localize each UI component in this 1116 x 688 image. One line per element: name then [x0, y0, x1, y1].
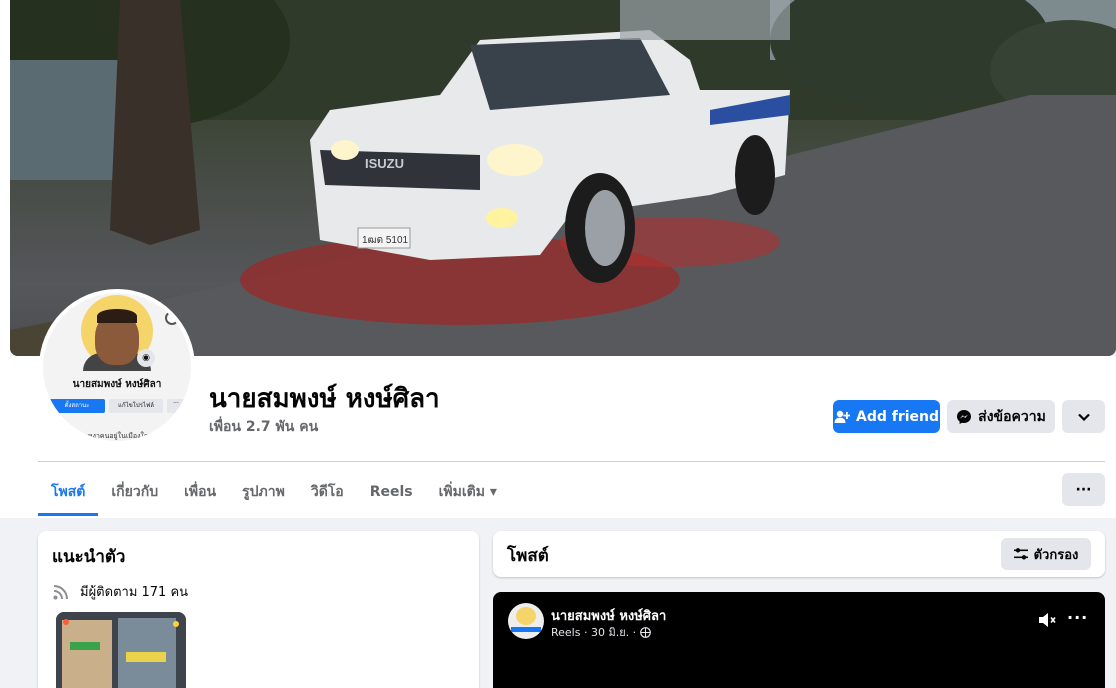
chevron-down-icon: [1077, 413, 1090, 421]
header-divider: [38, 461, 1105, 462]
friend-count[interactable]: เพื่อน 2.7 พัน คน: [209, 416, 318, 438]
reel-author-avatar[interactable]: [508, 603, 544, 639]
tab-posts[interactable]: โพสต์: [38, 468, 99, 516]
messenger-icon: [957, 409, 972, 424]
posts-header-card: โพสต์ ตัวกรอง: [493, 531, 1105, 577]
avatar-mini-primary-button: ตั้งสถานะ: [49, 399, 105, 413]
rss-icon: [53, 584, 68, 599]
featured-photo[interactable]: [56, 612, 186, 688]
avatar-mini-more-button: ···: [167, 399, 185, 413]
tab-reels[interactable]: Reels: [357, 468, 426, 516]
tab-about[interactable]: เกี่ยวกับ: [98, 468, 171, 516]
intro-card: แนะนำตัว มีผู้ติดตาม 171 คน: [38, 531, 479, 688]
filter-button[interactable]: ตัวกรอง: [1001, 538, 1091, 570]
add-friend-label: Add friend: [855, 408, 940, 425]
tab-friends[interactable]: เพื่อน: [171, 468, 229, 516]
left-edge-strip: [0, 0, 10, 518]
reel-post[interactable]: นายสมพงษ์ หงษ์ศิลา Reels · 30 มิ.ย. · ··…: [493, 592, 1105, 688]
reel-meta: Reels · 30 มิ.ย. ·: [551, 623, 652, 641]
cover-plate: 1ฒด 5101: [362, 235, 409, 246]
camera-icon[interactable]: ◉: [137, 349, 155, 367]
cover-photo[interactable]: ISUZU 1ฒด 5101: [10, 0, 1116, 356]
reel-more-button[interactable]: ···: [1067, 608, 1088, 627]
reel-avatar-band: [511, 627, 541, 632]
filter-label: ตัวกรอง: [1033, 547, 1079, 563]
cover-photo-image: ISUZU 1ฒด 5101: [10, 0, 1116, 356]
tab-photos[interactable]: รูปภาพ: [229, 468, 298, 516]
tab-more[interactable]: เพิ่มเติม ▾: [426, 468, 510, 516]
intro-title: แนะนำตัว: [52, 547, 126, 567]
reel-meta-text[interactable]: Reels · 30 มิ.ย. ·: [551, 623, 636, 641]
profile-more-button[interactable]: [1062, 400, 1105, 433]
followers-row: มีผู้ติดตาม 171 คน: [52, 581, 188, 602]
reel-avatar-face: [516, 607, 536, 625]
filter-sliders-icon: [1013, 548, 1028, 560]
avatar-mini-bio: เหงาคนอยู่ในเมืองใด: [85, 432, 149, 440]
followers-text[interactable]: มีผู้ติดตาม 171 คน: [80, 581, 188, 602]
profile-name: นายสมพงษ์ หงษ์ศิลา: [209, 384, 440, 414]
profile-tabs: โพสต์ เกี่ยวกับ เพื่อน รูปภาพ วิดีโอ Ree…: [38, 468, 510, 516]
posts-title: โพสต์: [507, 546, 549, 566]
avatar-mini-name: นายสมพงษ์ หงษ์ศิลา: [72, 379, 162, 390]
add-friend-icon: [834, 410, 850, 423]
message-button[interactable]: ส่งข้อความ: [947, 400, 1055, 433]
avatar-badge-icon: [165, 311, 179, 325]
tabs-overflow-button[interactable]: ···: [1062, 473, 1105, 506]
avatar-mini-secondary-button: แก้ไขโปรไฟล์: [109, 399, 163, 413]
avatar-photo-hair: [97, 309, 137, 323]
globe-icon: [640, 626, 652, 638]
profile-avatar[interactable]: ◉ นายสมพงษ์ หงษ์ศิลา ตั้งสถานะ แก้ไขโปรไ…: [43, 293, 191, 441]
message-label: ส่งข้อความ: [978, 408, 1046, 425]
tab-videos[interactable]: วิดีโอ: [298, 468, 357, 516]
add-friend-button[interactable]: Add friend: [833, 400, 940, 433]
cover-brand: ISUZU: [365, 156, 404, 171]
muted-speaker-icon[interactable]: [1037, 610, 1057, 630]
featured-photo-image: [56, 612, 186, 688]
